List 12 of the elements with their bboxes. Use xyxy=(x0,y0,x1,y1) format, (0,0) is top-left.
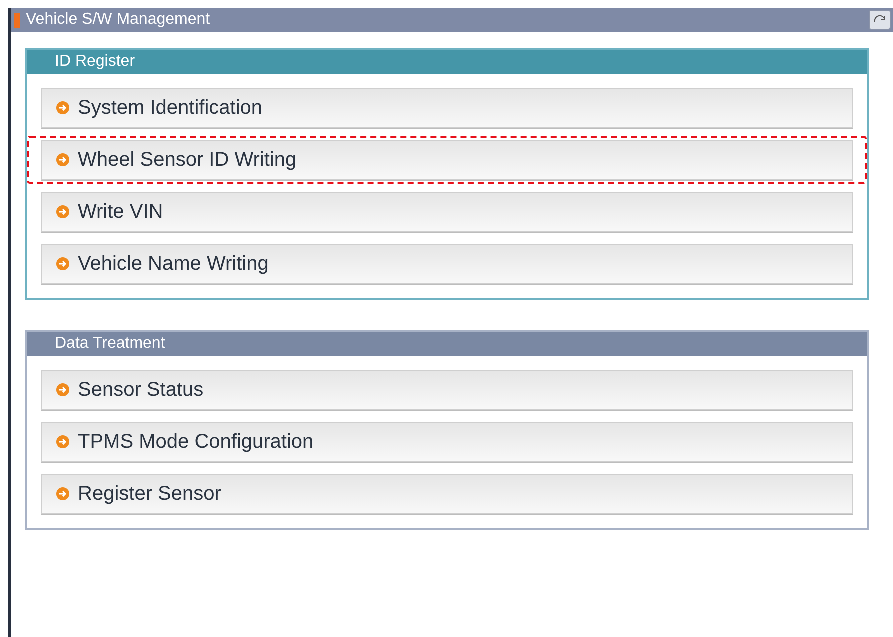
menu-item[interactable]: TPMS Mode Configuration xyxy=(41,422,853,462)
menu-item[interactable]: Write VIN xyxy=(41,192,853,232)
section-header: ID Register xyxy=(27,50,867,74)
window-title: Vehicle S/W Management xyxy=(26,10,212,30)
menu-item[interactable]: System Identification xyxy=(41,88,853,128)
menu-item[interactable]: Wheel Sensor ID Writing xyxy=(41,140,853,180)
menu-item[interactable]: Vehicle Name Writing xyxy=(41,244,853,284)
title-marker-icon xyxy=(14,12,20,28)
retry-icon[interactable] xyxy=(869,10,891,30)
section-header: Data Treatment xyxy=(27,332,867,356)
menu-item[interactable]: Register Sensor xyxy=(41,474,853,514)
menu-item[interactable]: Sensor Status xyxy=(41,370,853,410)
